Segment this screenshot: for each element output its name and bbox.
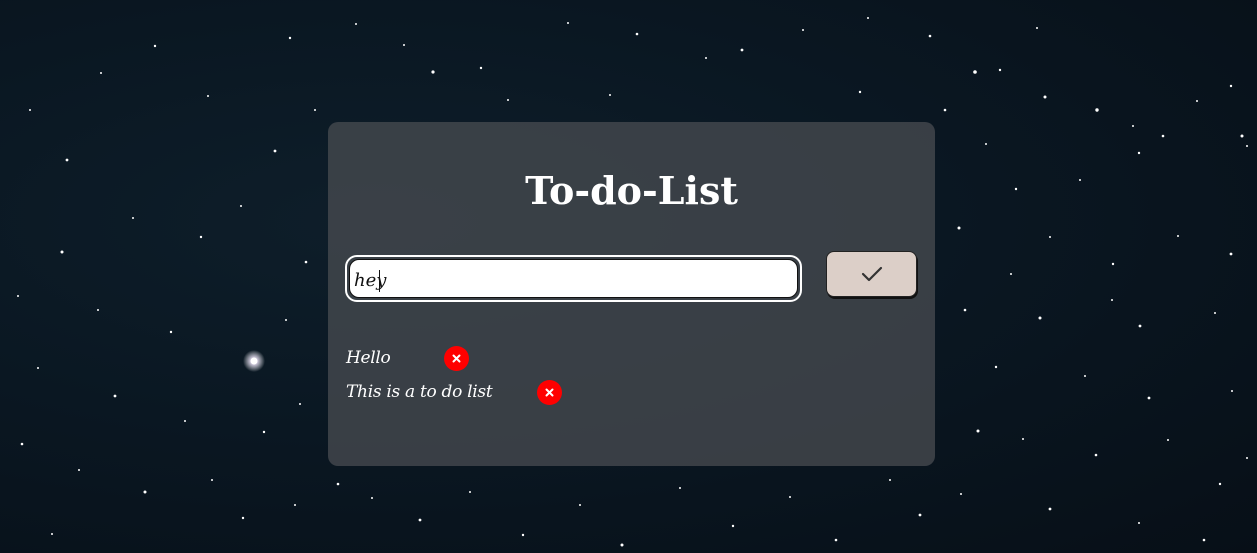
- task-input[interactable]: [349, 259, 798, 298]
- delete-task-button[interactable]: [537, 380, 562, 405]
- close-icon: [545, 388, 554, 397]
- add-task-button[interactable]: [826, 251, 917, 297]
- todo-item: This is a to do list: [346, 379, 493, 405]
- checkmark-icon: [861, 266, 882, 282]
- delete-task-button[interactable]: [444, 346, 469, 371]
- todo-item-text: This is a to do list: [346, 382, 493, 402]
- todo-item-text: Hello: [346, 348, 391, 368]
- todo-item: Hello: [346, 345, 391, 371]
- page-title: To-do-List: [525, 168, 738, 213]
- text-caret: [379, 270, 380, 292]
- task-input-wrapper: [345, 255, 802, 302]
- close-icon: [452, 354, 461, 363]
